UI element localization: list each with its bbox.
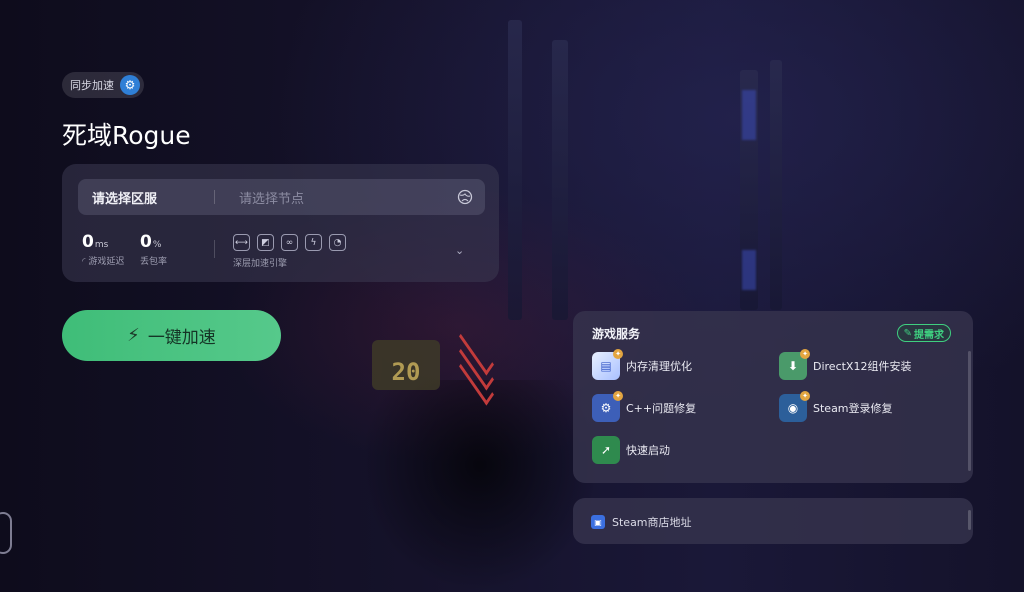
latency-value: 0 (82, 232, 94, 252)
speed-icon[interactable]: ◔ (329, 234, 346, 251)
game-title: 死域Rogue (62, 121, 191, 150)
bg-neon-light (742, 90, 756, 140)
quick-launch-icon: ➚ (592, 436, 620, 464)
service-steam-fix[interactable]: ◉ ✦ Steam登录修复 (779, 391, 893, 422)
engine-label: 深层加速引擎 (233, 259, 288, 269)
store-icon: ▣ (591, 515, 605, 529)
service-directx[interactable]: ⬇ ✦ DirectX12组件安装 (779, 349, 912, 380)
loss-unit: % (152, 240, 162, 250)
service-label: 快速启动 (626, 444, 670, 457)
game-services-panel: 游戏服务 ✎ 提需求 ▤ ✦ 内存清理优化 ⬇ ✦ DirectX12组件安装 ⚙ ✦… (573, 311, 973, 483)
accelerator-panel: 请选择区服 请选择节点 0ms ◜ 游戏延迟 0% 丢包率 ⟷ ◩ ∞ ϟ ◔ … (62, 164, 499, 282)
loss-label: 丢包率 (140, 257, 168, 267)
headset-icon[interactable] (0, 512, 12, 554)
pencil-icon: ✎ (903, 327, 912, 339)
service-label: C++问题修复 (626, 402, 697, 415)
bg-emblem: 20 (372, 340, 440, 390)
request-label: 提需求 (914, 329, 944, 341)
server-node-selector[interactable]: 请选择区服 请选择节点 (78, 179, 485, 215)
bg-character-silhouette (360, 380, 600, 592)
steam-icon: ⚙ (120, 75, 140, 95)
service-label: DirectX12组件安装 (813, 360, 912, 373)
service-quick-launch[interactable]: ➚ 快速启动 (592, 436, 670, 464)
launch-button-label: 一键加速 (147, 328, 216, 348)
signal-icon: ◜ (82, 257, 86, 267)
divider (214, 240, 215, 258)
accelerate-bolt-icon: ⚡ (127, 325, 140, 346)
bg-pillar (508, 20, 522, 320)
bg-pillar (552, 40, 568, 320)
service-cpp-fix[interactable]: ⚙ ✦ C++问题修复 (592, 391, 697, 422)
bg-pillar (770, 60, 782, 310)
one-click-accelerate-button[interactable]: ⚡ 一键加速 (62, 310, 281, 361)
bolt-shield-icon[interactable]: ϟ (305, 234, 322, 251)
directx-icon: ⬇ ✦ (779, 349, 810, 380)
sync-accel-badge[interactable]: 同步加速 ⚙ (62, 72, 144, 98)
link-icon[interactable]: ⟷ (233, 234, 250, 251)
node-select[interactable]: 请选择节点 (215, 188, 457, 207)
packet-loss-stat: 0% 丢包率 (140, 232, 167, 267)
memory-clean-icon: ▤ ✦ (592, 349, 623, 380)
steam-store-link[interactable]: ▣ Steam商店地址 (591, 514, 692, 530)
store-panel: ▣ Steam商店地址 (573, 498, 973, 544)
store-label: Steam商店地址 (612, 516, 692, 529)
latency-label: 游戏延迟 (88, 257, 125, 267)
bg-neon-light (742, 250, 756, 290)
service-label: 内存清理优化 (626, 360, 692, 373)
chevron-down-icon[interactable]: ⌄ (455, 244, 469, 258)
services-title: 游戏服务 (592, 327, 641, 341)
service-memory-clean[interactable]: ▤ ✦ 内存清理优化 (592, 349, 692, 380)
region-select[interactable]: 请选择区服 (78, 188, 214, 207)
screen-icon[interactable]: ◩ (257, 234, 274, 251)
latency-stat: 0ms ◜ 游戏延迟 (82, 232, 124, 267)
chain-icon[interactable]: ∞ (281, 234, 298, 251)
cpp-fix-icon: ⚙ ✦ (592, 391, 623, 422)
service-label: Steam登录修复 (813, 402, 893, 415)
bg-chevron-sign (448, 325, 504, 406)
store-scrollbar[interactable] (968, 510, 971, 530)
sync-badge-label: 同步加速 (70, 79, 114, 92)
loss-value: 0 (140, 232, 152, 252)
latency-unit: ms (94, 240, 109, 250)
request-feature-button[interactable]: ✎ 提需求 (896, 324, 951, 342)
steam-fix-icon: ◉ ✦ (779, 391, 810, 422)
globe-icon[interactable] (457, 189, 473, 205)
services-scrollbar[interactable] (968, 351, 971, 471)
deep-engine: ⟷ ◩ ∞ ϟ ◔ 深层加速引擎 (233, 234, 346, 269)
